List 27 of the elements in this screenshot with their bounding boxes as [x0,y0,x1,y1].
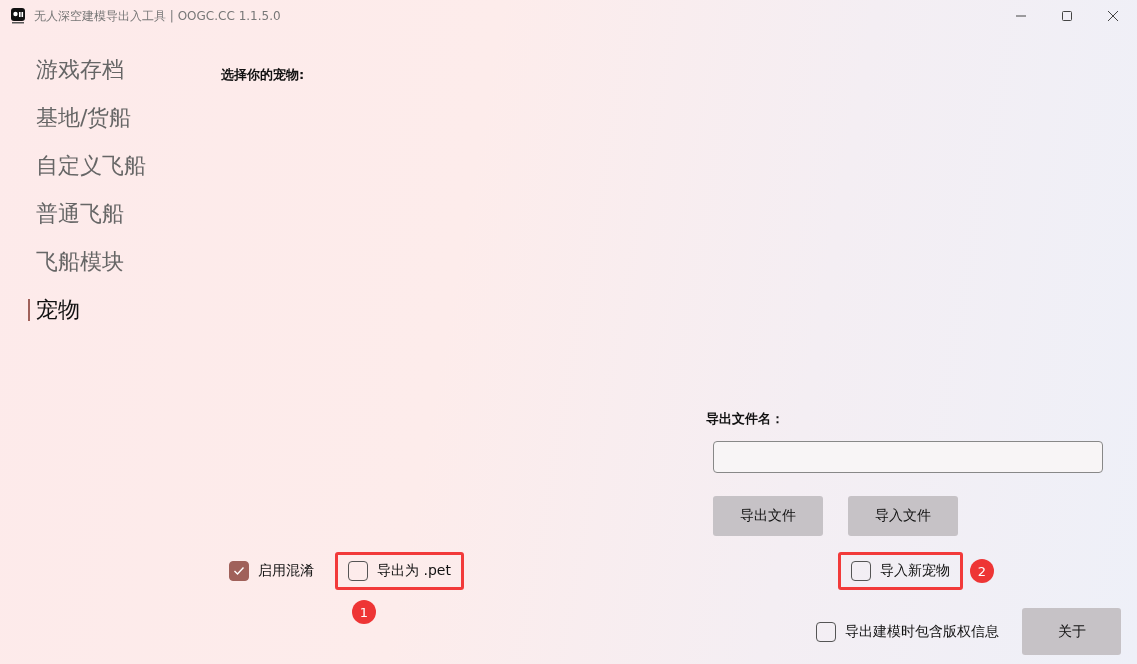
sidebar-item[interactable]: 飞船模块 [36,247,124,277]
field-label: 导出文件名： [706,410,785,428]
number-badge: 2 [970,559,994,583]
maximize-icon[interactable] [1061,10,1073,22]
check-icon [233,566,245,576]
close-icon[interactable] [1107,10,1119,22]
sidebar-item[interactable]: 普通飞船 [36,199,124,229]
checkbox-label: 导出为 .pet [377,562,451,580]
sidebar-item[interactable]: 游戏存档 [36,55,124,85]
checkbox[interactable] [348,561,368,581]
sidebar-item[interactable]: 基地/货船 [36,103,132,133]
checkbox-label: 启用混淆 [258,562,314,580]
number-badge: 1 [352,600,376,624]
checkbox[interactable] [851,561,871,581]
sidebar-item[interactable]: 自定义飞船 [36,151,146,181]
checkbox-label: 导入新宠物 [880,562,950,580]
filename-field[interactable] [713,441,1103,473]
window-title: 无人深空建模导出入工具 | OOGC.CC 1.1.5.0 [34,7,281,25]
sidebar-item[interactable]: 宠物 [36,295,80,325]
app-icon [11,8,25,24]
checkbox[interactable] [816,621,836,642]
action-button[interactable]: 导出文件 [713,496,823,536]
prompt-label: 选择你的宠物: [221,66,306,84]
about-button[interactable]: 关于 [1022,608,1121,655]
checkbox[interactable] [229,561,249,581]
action-button[interactable]: 导入文件 [848,496,958,536]
checkbox-label: 导出建模时包含版权信息 [845,622,999,641]
